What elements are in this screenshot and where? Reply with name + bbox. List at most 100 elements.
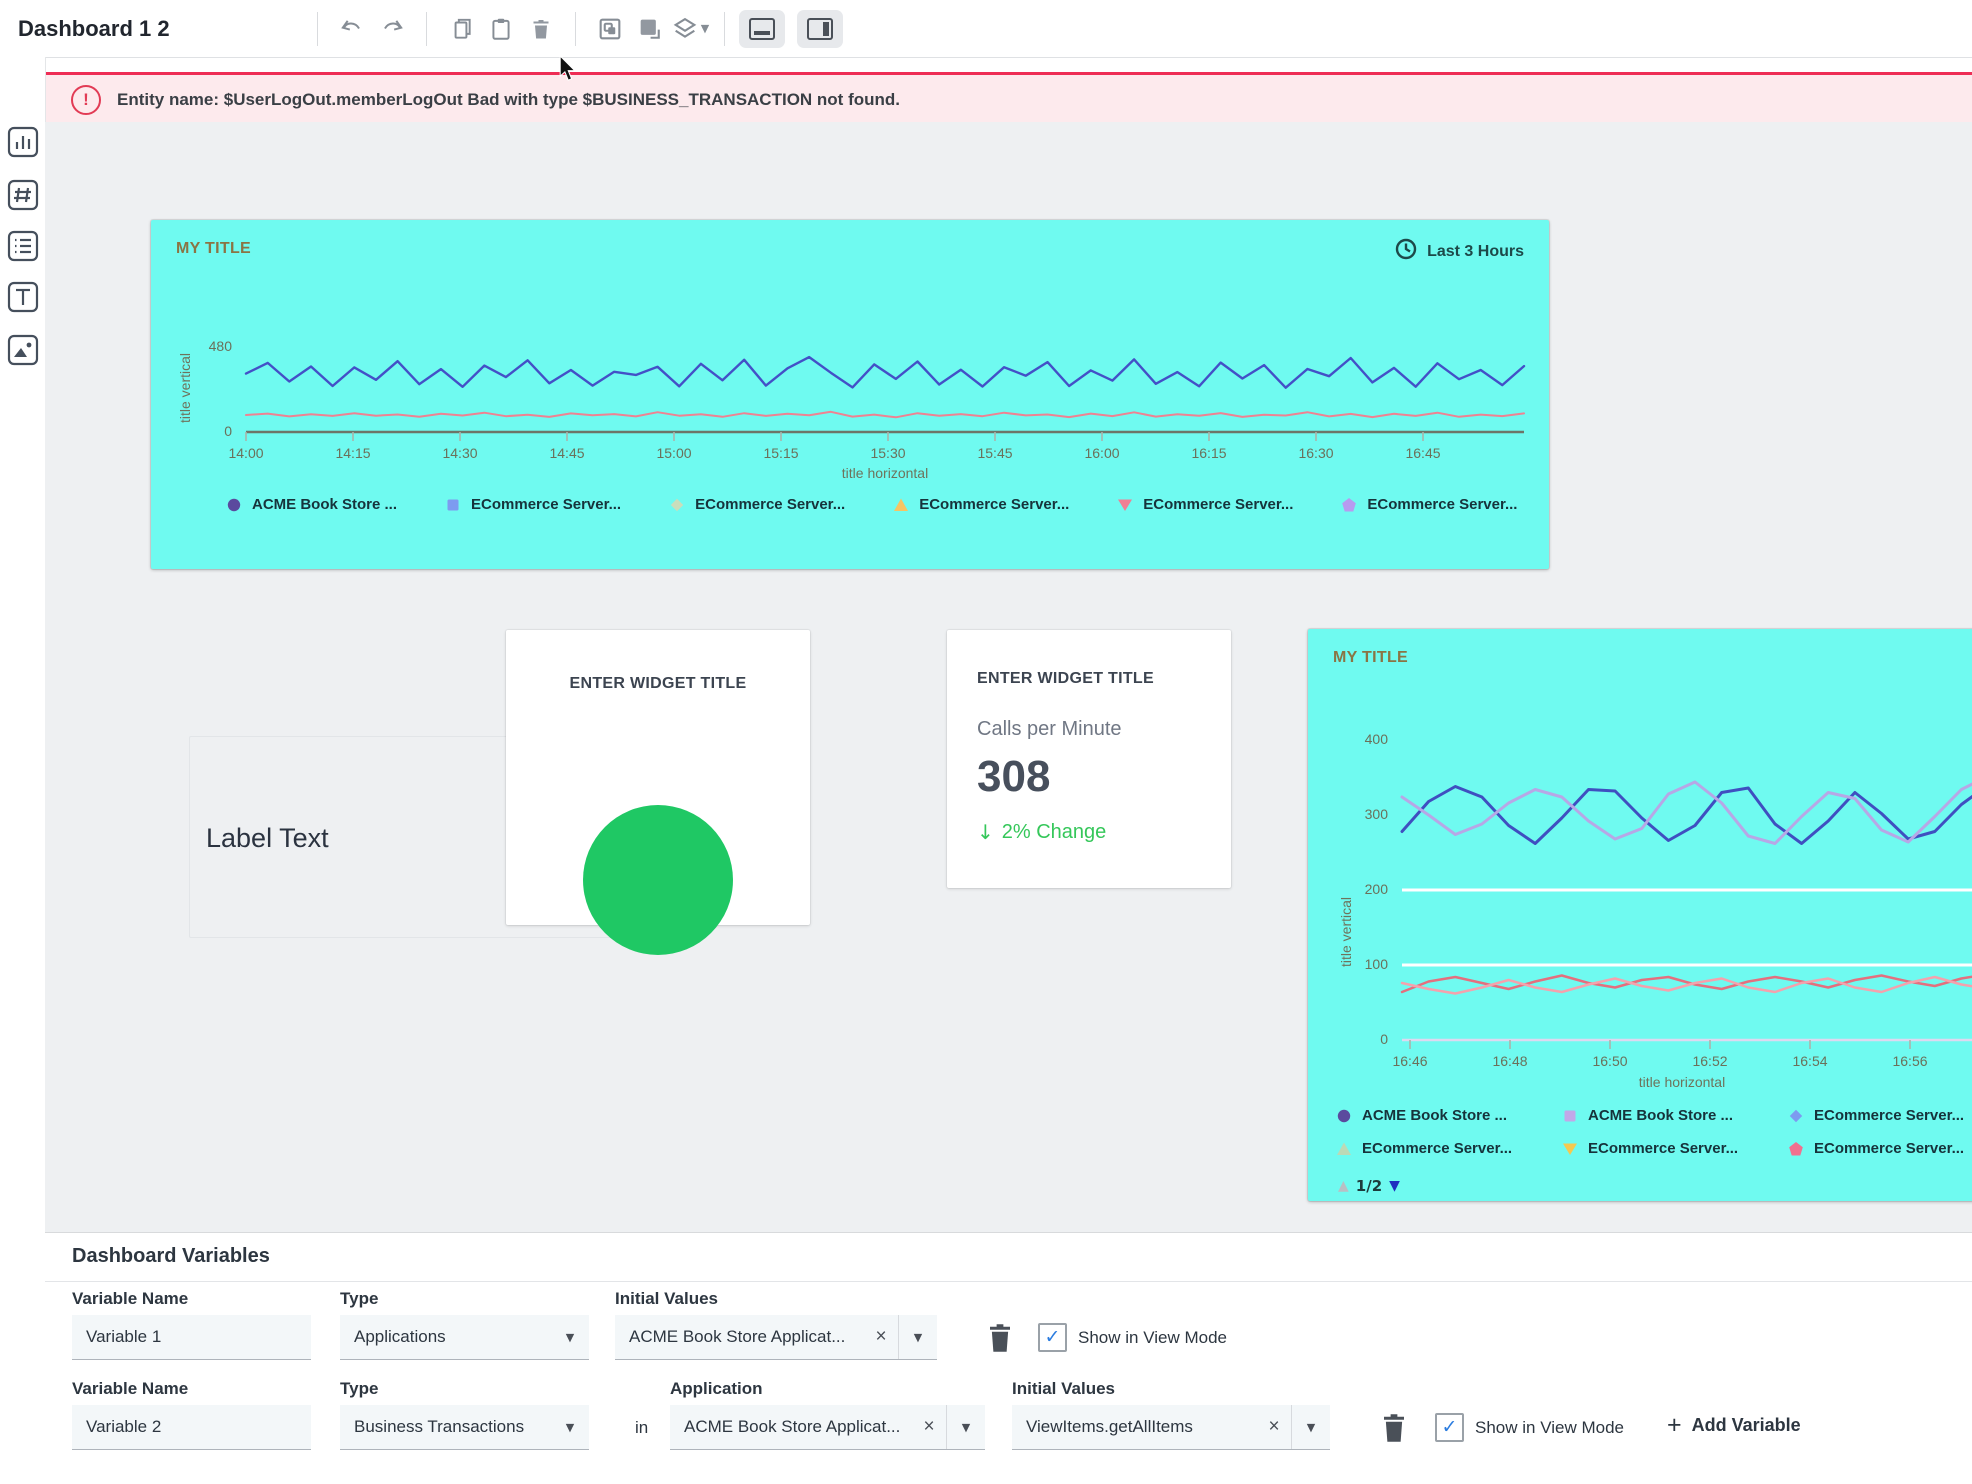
variable-name-input[interactable]: Variable 1 [72, 1315, 311, 1360]
legend-item[interactable]: ECommerce Server... [1788, 1140, 1972, 1157]
legend-item[interactable]: ECommerce Server... [1336, 1140, 1548, 1157]
legend-item[interactable]: ECommerce Server... [445, 496, 621, 513]
panel-right-icon [806, 17, 834, 41]
y-tick-label: 0 [174, 423, 232, 439]
variable-name-input[interactable]: Variable 2 [72, 1405, 311, 1450]
x-tick-label: 16:56 [1892, 1053, 1927, 1069]
x-tick-label: 16:45 [1405, 445, 1440, 461]
variable-name-value: Variable 1 [72, 1327, 311, 1347]
legend-label: ECommerce Server... [1814, 1140, 1964, 1157]
redo-icon [379, 16, 405, 42]
legend-item[interactable]: ECommerce Server... [1562, 1140, 1774, 1157]
text-widget-icon[interactable] [6, 280, 40, 314]
undo-button[interactable] [332, 9, 372, 49]
initial-values-label: Initial Values [615, 1289, 718, 1309]
legend-item[interactable]: ECommerce Server... [1117, 496, 1293, 513]
redo-button[interactable] [372, 9, 412, 49]
copy-button[interactable] [441, 9, 481, 49]
trash-icon [1379, 1411, 1409, 1445]
legend-label: ECommerce Server... [1588, 1140, 1738, 1157]
label-text: Label Text [206, 823, 329, 854]
legend-pager: ▲ 1/2 ▼ [1338, 1177, 1400, 1195]
image-widget-icon[interactable] [6, 333, 40, 367]
trash-icon [985, 1321, 1015, 1355]
type-select[interactable]: Applications ▼ [340, 1315, 589, 1360]
group-button[interactable] [590, 9, 630, 49]
add-variable-label: Add Variable [1692, 1415, 1801, 1436]
show-in-view-mode-label: Show in View Mode [1078, 1328, 1227, 1348]
x-tick-label: 16:48 [1492, 1053, 1527, 1069]
chart-widget-icon[interactable] [6, 125, 40, 159]
page-down-icon[interactable]: ▼ [1389, 1178, 1400, 1194]
page-up-icon[interactable]: ▲ [1338, 1178, 1349, 1194]
variable-name-value: Variable 2 [72, 1417, 311, 1437]
x-tick-label: 15:15 [763, 445, 798, 461]
layers-button[interactable]: ▼ [670, 9, 710, 49]
toggle-bottom-panel-button[interactable] [739, 10, 785, 48]
timeseries-widget-1[interactable]: MY TITLE Last 3 Hours title vertical 14:… [151, 220, 1549, 569]
chevron-down-icon[interactable]: ▼ [899, 1331, 937, 1344]
x-tick-label: 16:15 [1191, 445, 1226, 461]
metric-widget[interactable]: ENTER WIDGET TITLE Calls per Minute 308 … [947, 630, 1231, 888]
legend-label: ECommerce Server... [1143, 496, 1293, 513]
legend-item[interactable]: ECommerce Server... [669, 496, 845, 513]
clear-icon[interactable]: × [912, 1416, 946, 1438]
legend-item[interactable]: ECommerce Server... [1341, 496, 1517, 513]
arrow-down-icon: ↓ [977, 820, 994, 844]
legend-item[interactable]: ACME Book Store ... [1336, 1107, 1548, 1124]
triangle-down-marker-icon [1117, 497, 1133, 513]
page-indicator: 1/2 [1356, 1177, 1382, 1195]
in-label: in [635, 1418, 648, 1438]
show-in-view-mode-checkbox[interactable]: ✓ [1435, 1413, 1464, 1442]
y-tick-label: 0 [1330, 1031, 1388, 1047]
type-value: Applications [340, 1327, 551, 1347]
toolbar-separator [317, 12, 318, 46]
x-tick-label: 16:50 [1592, 1053, 1627, 1069]
chevron-down-icon[interactable]: ▼ [947, 1421, 985, 1434]
initial-values-combo[interactable]: ViewItems.getAllItems × ▼ [1012, 1405, 1330, 1450]
add-variable-button[interactable]: + Add Variable [1667, 1411, 1801, 1440]
paste-button[interactable] [481, 9, 521, 49]
chevron-down-icon[interactable]: ▼ [551, 1331, 589, 1344]
toolbar: Dashboard 1 2 ▼ [0, 0, 1972, 58]
chart-line [1402, 977, 1972, 994]
pie-widget[interactable]: ENTER WIDGET TITLE [506, 630, 810, 925]
x-tick-label: 16:54 [1792, 1053, 1827, 1069]
legend-item[interactable]: ACME Book Store ... [226, 496, 397, 513]
ungroup-button[interactable] [630, 9, 670, 49]
legend-item[interactable]: ACME Book Store ... [1562, 1107, 1774, 1124]
check-icon: ✓ [1045, 1328, 1061, 1347]
number-widget-icon[interactable] [6, 178, 40, 212]
legend-label: ECommerce Server... [1367, 496, 1517, 513]
panel-title: Dashboard Variables [72, 1245, 270, 1268]
chart-legend: ACME Book Store ... ACME Book Store ... EC… [1336, 1107, 1972, 1157]
circle-marker-icon [226, 497, 242, 513]
toggle-right-panel-button[interactable] [797, 10, 843, 48]
x-axis-label: title horizontal [246, 465, 1524, 481]
legend-label: ECommerce Server... [471, 496, 621, 513]
circle-marker-icon [1336, 1108, 1352, 1124]
legend-item[interactable]: ECommerce Server... [893, 496, 1069, 513]
application-combo[interactable]: ACME Book Store Applicat... × ▼ [670, 1405, 985, 1450]
chevron-down-icon: ▼ [701, 22, 709, 35]
chevron-down-icon[interactable]: ▼ [1292, 1421, 1330, 1434]
delete-variable-button[interactable] [1379, 1411, 1409, 1445]
clear-icon[interactable]: × [1257, 1416, 1291, 1438]
clear-icon[interactable]: × [864, 1326, 898, 1348]
timeseries-widget-2[interactable]: MY TITLE title vertical 16:4616:4816:501… [1308, 629, 1972, 1201]
delete-button[interactable] [521, 9, 561, 49]
dashboard-canvas: MY TITLE Last 3 Hours title vertical 14:… [45, 122, 1972, 1232]
list-widget-icon[interactable] [6, 229, 40, 263]
initial-values-combo[interactable]: ACME Book Store Applicat... × ▼ [615, 1315, 937, 1360]
variable-name-label: Variable Name [72, 1289, 188, 1309]
show-in-view-mode-checkbox[interactable]: ✓ [1038, 1323, 1067, 1352]
delete-variable-button[interactable] [985, 1321, 1015, 1355]
type-select[interactable]: Business Transactions ▼ [340, 1405, 589, 1450]
widget-sidebar [0, 57, 46, 1484]
error-icon: ! [71, 85, 101, 115]
chart-line [1402, 782, 1972, 844]
ungroup-icon [636, 15, 664, 43]
chevron-down-icon[interactable]: ▼ [551, 1421, 589, 1434]
chart-legend: ACME Book Store ... ECommerce Server... EC… [226, 496, 1526, 513]
legend-item[interactable]: ECommerce Server... [1788, 1107, 1972, 1124]
